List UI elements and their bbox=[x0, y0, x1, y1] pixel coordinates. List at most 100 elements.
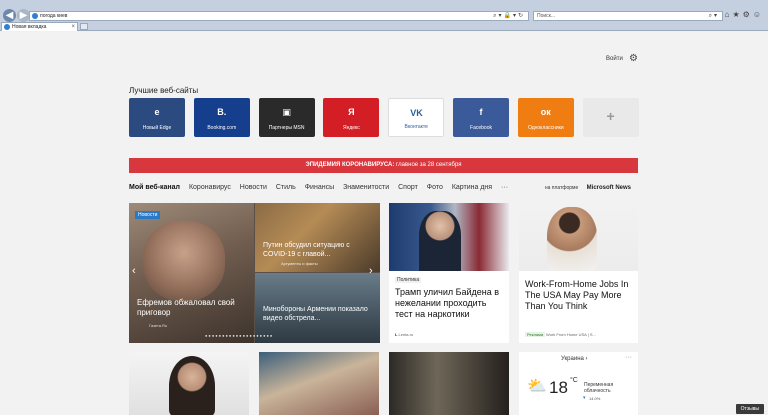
more-options-icon[interactable]: ··· bbox=[625, 354, 632, 361]
tab-bar: Новая вкладка × bbox=[0, 21, 768, 31]
browser-chrome: ◀ ▶ погода киев ⌕▾🔒▾↻ Поиск... ⌕▾ ⌂★⚙☺ Н… bbox=[0, 0, 768, 31]
nav-news[interactable]: Новости bbox=[240, 184, 267, 191]
news-thumb[interactable] bbox=[389, 352, 509, 415]
tab-title: Новая вкладка bbox=[12, 24, 47, 30]
weather-location-text: Украина bbox=[561, 356, 584, 362]
signin-link[interactable]: Войти bbox=[606, 56, 623, 62]
weather-location[interactable]: Украина › bbox=[561, 356, 588, 362]
thumb-photo bbox=[169, 356, 215, 415]
weather-precip: 14.0% bbox=[589, 396, 601, 401]
new-tab-page: Войти ⚙ Лучшие веб-сайты e Новый Edge B. Bo… bbox=[0, 32, 768, 415]
partly-cloudy-icon: ⛅ bbox=[527, 378, 547, 395]
address-tools-icons[interactable]: ⌕▾🔒▾↻ bbox=[493, 12, 525, 21]
booking-logo: B. bbox=[217, 107, 227, 117]
hero-tr-source: Аргументы и факты bbox=[281, 261, 318, 266]
search-icon[interactable]: ⌕▾ bbox=[709, 12, 719, 21]
ad-badge: Реклама bbox=[525, 332, 546, 337]
nav-photo[interactable]: Фото bbox=[427, 184, 443, 191]
gear-icon[interactable]: ⚙ bbox=[629, 53, 638, 64]
ie-tab-icon bbox=[4, 24, 10, 30]
feed-nav: Мой веб-канал Коронавирус Новости Стиль … bbox=[129, 184, 638, 196]
favorites-icon[interactable]: ★ bbox=[732, 10, 742, 19]
ad-image bbox=[519, 203, 638, 271]
address-bar[interactable]: погода киев ⌕▾🔒▾↻ bbox=[29, 11, 529, 21]
top-site-label: Яндекс bbox=[342, 125, 360, 131]
top-site-label: Facebook bbox=[470, 125, 492, 131]
top-site-label: Новый Edge bbox=[142, 125, 172, 131]
search-placeholder: Поиск... bbox=[537, 13, 556, 19]
hero-main-title[interactable]: Ефремов обжаловал свой приговор bbox=[137, 298, 249, 318]
vk-logo: VK bbox=[410, 108, 423, 118]
feedback-button[interactable]: Отзывы bbox=[735, 404, 764, 414]
settings-icon[interactable]: ⚙ bbox=[743, 10, 753, 19]
top-site-tile[interactable]: f Facebook bbox=[453, 98, 509, 137]
carousel-prev-icon[interactable]: ‹ bbox=[132, 265, 136, 277]
platform-prefix: на платформе bbox=[544, 185, 579, 191]
top-site-tile[interactable]: Я Яндекс bbox=[323, 98, 380, 137]
top-site-tile[interactable]: VK Вконтакте bbox=[388, 98, 445, 137]
banner-bold: ЭПИДЕМИЯ КОРОНАВИРУСА: bbox=[305, 162, 395, 168]
card-photo-person bbox=[419, 211, 461, 271]
ok-logo: ок bbox=[540, 107, 551, 117]
hero-photo bbox=[143, 221, 225, 301]
weather-card[interactable]: Украина › ··· ⛅ 18 °C Переменная облачно… bbox=[519, 352, 638, 415]
hero-story-putin[interactable]: Путин обсудил ситуацию с COVID-19 с глав… bbox=[255, 203, 380, 272]
smiley-icon[interactable]: ☺ bbox=[753, 10, 764, 19]
platform-credit: на платформе Microsoft News bbox=[545, 185, 631, 191]
search-box[interactable]: Поиск... ⌕▾ bbox=[533, 11, 723, 21]
hero-main-source: Газета.Ru bbox=[149, 323, 168, 328]
news-badge: Новости bbox=[135, 211, 161, 219]
news-card-biden[interactable]: Политика Трамп уличил Байдена в нежелани… bbox=[389, 203, 509, 343]
news-thumb[interactable] bbox=[129, 352, 249, 415]
top-site-label: Одноклассники bbox=[527, 125, 564, 131]
facebook-logo: f bbox=[479, 107, 483, 117]
carousel-next-icon[interactable]: › bbox=[369, 265, 373, 277]
nav-celebrities[interactable]: Знаменитости bbox=[343, 184, 389, 191]
hero-carousel[interactable]: Новости Ефремов обжаловал свой приговор … bbox=[129, 203, 380, 343]
nav-sport[interactable]: Спорт bbox=[398, 184, 418, 191]
tab-new-tab[interactable]: Новая вкладка × bbox=[1, 22, 78, 31]
toolbar-icons[interactable]: ⌂★⚙☺ bbox=[725, 10, 764, 19]
card-source: Lenta.ru bbox=[395, 332, 413, 337]
top-sites-title: Лучшие веб-сайты bbox=[129, 86, 199, 95]
new-tab-button[interactable] bbox=[80, 23, 88, 30]
ad-card[interactable]: Work-From-Home Jobs In The USA May Pay M… bbox=[519, 203, 638, 343]
ie-icon bbox=[32, 13, 38, 19]
top-site-label: Партнеры MSN bbox=[268, 125, 305, 131]
platform-brand: Microsoft News bbox=[586, 185, 631, 191]
hero-tr-title[interactable]: Путин обсудил ситуацию с COVID-19 с глав… bbox=[263, 241, 375, 259]
hero-br-title[interactable]: Минобороны Армении показало видео обстре… bbox=[263, 305, 375, 323]
card-image bbox=[389, 203, 509, 271]
nav-my-feed[interactable]: Мой веб-канал bbox=[129, 184, 180, 191]
carousel-dots[interactable]: ●●●●●●●●●●●●●●●●●●●● bbox=[205, 333, 273, 338]
msn-logo: ▣ bbox=[282, 107, 291, 117]
card-title[interactable]: Трамп уличил Байдена в нежелании проходи… bbox=[395, 287, 505, 320]
nav-coronavirus[interactable]: Коронавирус bbox=[189, 184, 231, 191]
edge-logo: e bbox=[154, 107, 160, 117]
hero-story-armenia[interactable]: Минобороны Армении показало видео обстре… bbox=[255, 273, 380, 343]
card-category: Политика bbox=[395, 277, 422, 283]
nav-picture-of-day[interactable]: Картина дня bbox=[452, 184, 492, 191]
banner-rest: главное за 28 сентября bbox=[394, 162, 462, 168]
top-site-tile[interactable]: B. Booking.com bbox=[193, 98, 250, 137]
close-tab-icon[interactable]: × bbox=[71, 23, 75, 31]
top-site-tile[interactable]: + bbox=[582, 98, 639, 137]
top-site-label: Вконтакте bbox=[404, 124, 428, 130]
news-thumb[interactable] bbox=[259, 352, 379, 415]
nav-finance[interactable]: Финансы bbox=[305, 184, 334, 191]
weather-condition: Переменная облачность bbox=[584, 382, 614, 394]
add-icon: + bbox=[606, 108, 615, 124]
hero-main-story[interactable]: Новости Ефремов обжаловал свой приговор … bbox=[129, 203, 254, 343]
address-text: погода киев bbox=[40, 13, 68, 19]
top-site-label: Booking.com bbox=[207, 125, 237, 131]
ad-title[interactable]: Work-From-Home Jobs In The USA May Pay M… bbox=[525, 279, 635, 312]
nav-style[interactable]: Стиль bbox=[276, 184, 296, 191]
nav-more-icon[interactable]: ··· bbox=[501, 184, 508, 191]
weather-unit[interactable]: °C bbox=[570, 377, 578, 384]
top-site-tile[interactable]: ▣ Партнеры MSN bbox=[258, 98, 315, 137]
covid-banner[interactable]: ЭПИДЕМИЯ КОРОНАВИРУСА: главное за 28 сен… bbox=[129, 158, 638, 173]
weather-temp: 18 bbox=[549, 378, 568, 397]
top-site-tile[interactable]: ок Одноклассники bbox=[517, 98, 574, 137]
precip-icon: ▾ bbox=[583, 395, 586, 401]
top-site-tile[interactable]: e Новый Edge bbox=[129, 98, 185, 137]
